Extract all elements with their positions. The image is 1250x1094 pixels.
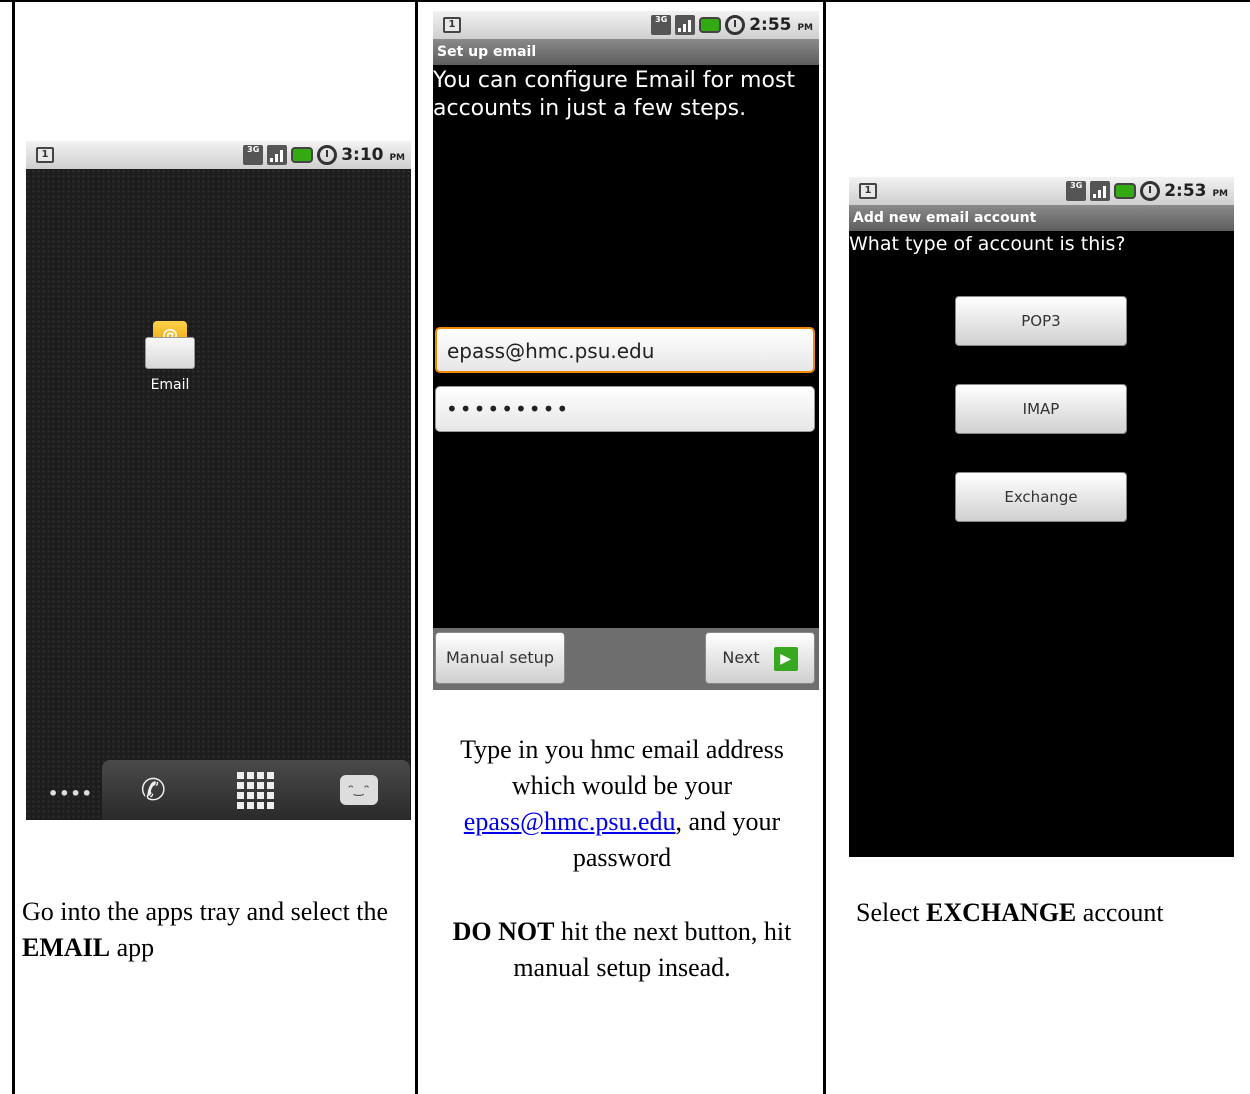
status-time: 3:10 PM — [341, 145, 405, 165]
caption-step-1: Go into the apps tray and select the EMA… — [22, 897, 389, 962]
messaging-icon[interactable]: ᵔ‿ᵔ — [337, 768, 381, 812]
setup-intro-text: You can configure Email for most account… — [433, 68, 796, 121]
alarm-icon — [725, 15, 746, 35]
notification-icon: 1 — [36, 147, 54, 163]
status-bar: 1 3G 2:53 PM — [849, 177, 1234, 205]
alarm-icon — [317, 145, 338, 165]
screen-title: Set up email — [433, 39, 819, 65]
caption-step-2: Type in you hmc email address which woul… — [460, 735, 784, 872]
network-3g-icon: 3G — [651, 15, 672, 35]
manual-setup-button[interactable]: Manual setup — [435, 632, 565, 684]
account-type-question: What type of account is this? — [849, 233, 1126, 255]
dock: •••• ✆ ᵔ‿ᵔ — [26, 760, 411, 820]
network-3g-icon: 3G — [1066, 181, 1087, 201]
column-divider-2 — [823, 0, 826, 1094]
email-link[interactable]: epass@hmc.psu.edu — [464, 807, 676, 836]
email-app-shortcut[interactable]: @ Email — [130, 321, 210, 393]
status-bar: 1 3G 3:10 PM — [26, 141, 411, 169]
phone-home-screen: 1 3G 3:10 PM @ Email •••• ✆ ᵔ‿ᵔ — [26, 141, 411, 820]
exchange-button[interactable]: Exchange — [955, 472, 1127, 522]
button-bar: Manual setup Next ▶ — [433, 628, 819, 690]
column-divider-1 — [415, 0, 418, 1094]
signal-icon — [675, 15, 696, 35]
network-3g-icon: 3G — [243, 145, 264, 165]
phone-icon[interactable]: ✆ — [131, 768, 175, 812]
app-tray-dots[interactable]: •••• — [48, 784, 93, 803]
caption-warning: DO NOT hit the next button, hit manual s… — [452, 917, 792, 982]
battery-icon — [291, 147, 314, 163]
imap-button[interactable]: IMAP — [955, 384, 1127, 434]
pop3-button[interactable]: POP3 — [955, 296, 1127, 346]
notification-icon: 1 — [859, 183, 877, 199]
battery-icon — [699, 17, 722, 33]
caption-step-3: Select EXCHANGE account — [856, 898, 1164, 927]
next-button[interactable]: Next ▶ — [705, 632, 815, 684]
status-bar: 1 3G 2:55 PM — [433, 11, 819, 39]
notification-icon: 1 — [443, 17, 461, 33]
app-drawer-icon[interactable] — [234, 768, 278, 812]
password-field[interactable]: ••••••••• — [435, 386, 815, 432]
email-field[interactable]: epass@hmc.psu.edu — [435, 327, 815, 373]
signal-icon — [1090, 181, 1111, 201]
table-left-border — [12, 0, 15, 1094]
email-envelope-icon: @ — [145, 321, 195, 369]
phone-setup-email: 1 3G 2:55 PM Set up email You can config… — [433, 11, 819, 690]
screen-title: Add new email account — [849, 205, 1234, 231]
phone-account-type: 1 3G 2:53 PM Add new email account What … — [849, 177, 1234, 857]
alarm-icon — [1140, 181, 1161, 201]
battery-icon — [1114, 183, 1137, 199]
next-arrow-icon: ▶ — [773, 646, 798, 671]
status-time: 2:55 PM — [749, 15, 813, 35]
signal-icon — [267, 145, 288, 165]
email-app-label: Email — [150, 377, 190, 393]
home-wallpaper — [26, 169, 411, 820]
table-top-border — [0, 0, 1250, 2]
status-time: 2:53 PM — [1164, 181, 1228, 201]
